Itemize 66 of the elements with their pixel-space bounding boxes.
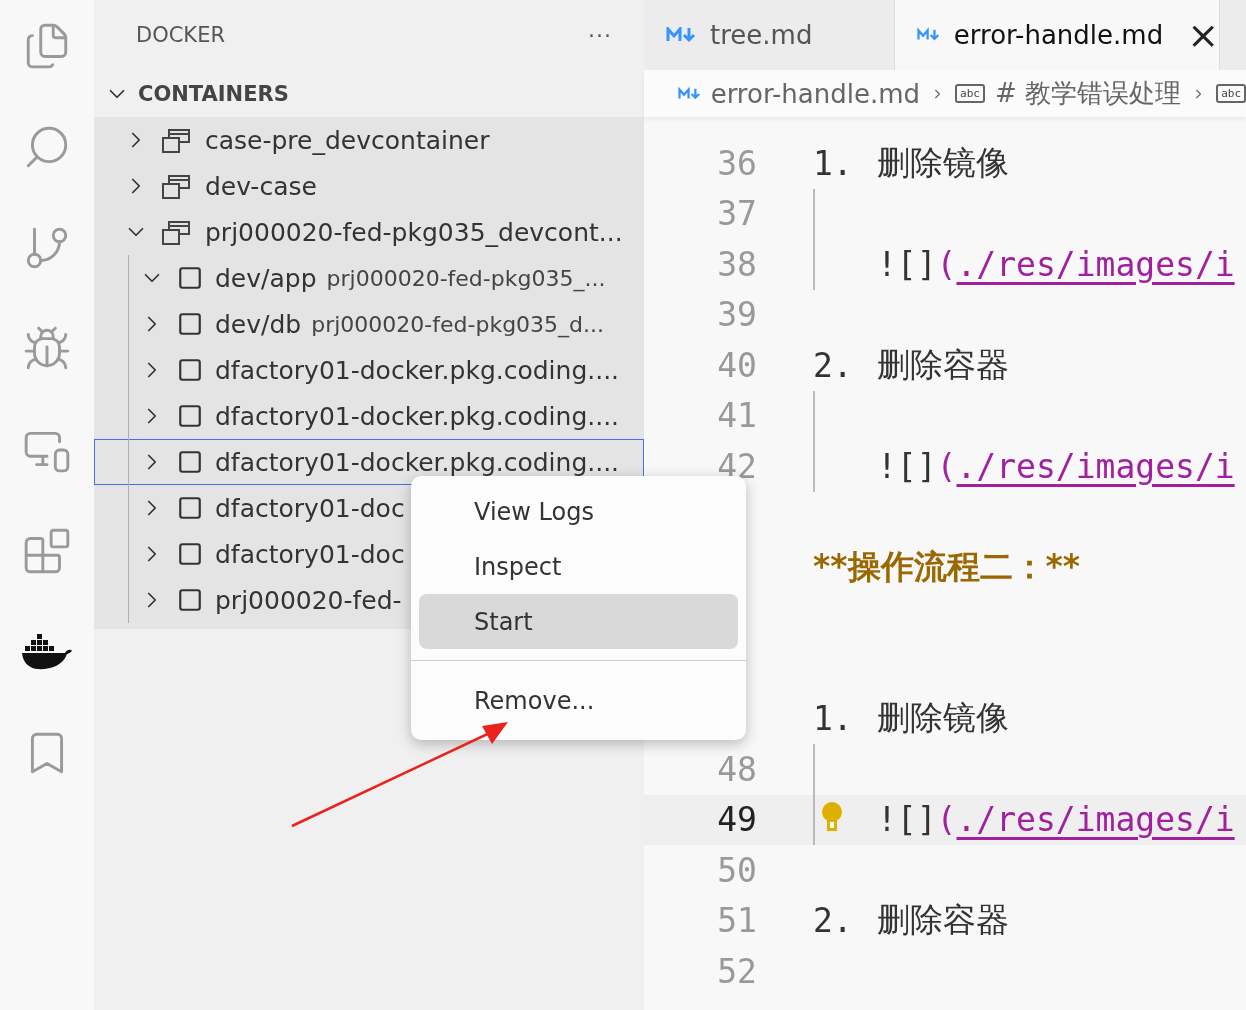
paren: ( <box>936 446 957 486</box>
tree-item[interactable]: dev/db prj000020-fed-pkg035_d... <box>94 301 644 347</box>
line-number: 52 <box>716 951 757 991</box>
container-icon <box>177 587 203 613</box>
menu-item[interactable]: Inspect <box>419 539 738 594</box>
container-icon <box>177 403 203 429</box>
tree-item[interactable]: dev-case <box>94 163 644 209</box>
section-title: CONTAINERS <box>138 81 289 106</box>
container-icon <box>177 495 203 521</box>
list-text: 删除容器 <box>876 899 1009 942</box>
container-icon <box>177 357 203 383</box>
line-number: 37 <box>716 194 757 234</box>
line-number: 51 <box>716 901 757 941</box>
close-button[interactable]: × <box>1187 16 1219 54</box>
paren: ( <box>936 800 957 840</box>
item-description: prj000020-fed-pkg035_d... <box>311 311 605 337</box>
tree-item[interactable]: dfactory01-docker.pkg.coding.... <box>94 347 644 393</box>
editor-tab[interactable]: error-handle.md × <box>895 0 1220 70</box>
line-number: 39 <box>716 295 757 335</box>
image-link[interactable]: ./res/images/i <box>956 244 1235 284</box>
line-number: 40 <box>716 345 757 385</box>
image-link[interactable]: ./res/images/i <box>956 800 1235 840</box>
image-link[interactable]: ./res/images/i <box>956 446 1235 486</box>
line-number: 41 <box>716 396 757 436</box>
container-icon <box>177 449 203 475</box>
bold-text: **操作流程二：** <box>813 545 1081 588</box>
list-marker: 2. <box>813 345 853 385</box>
symbol-icon: abc <box>955 84 985 103</box>
item-description: prj000020-fed-pkg035_... <box>326 265 606 291</box>
paren: ( <box>936 244 957 284</box>
list-text: 删除镜像 <box>876 697 1009 740</box>
markdown-icon <box>666 27 696 43</box>
line-number: 49 <box>716 800 757 840</box>
tree-item[interactable]: case-pre_devcontainer <box>94 117 644 163</box>
container-icon <box>177 541 203 567</box>
line-number: 38 <box>716 244 757 284</box>
markdown-icon <box>678 85 701 102</box>
image-syntax: ![] <box>877 244 937 284</box>
menu-item[interactable]: Start <box>419 594 738 649</box>
menu-item[interactable]: Remove... <box>419 673 738 728</box>
image-syntax: ![] <box>877 446 937 486</box>
blocks-icon <box>22 526 72 576</box>
breadcrumb-item[interactable]: # 教学错误处理 <box>995 76 1182 111</box>
more-actions-button[interactable]: ··· <box>588 22 612 48</box>
list-marker: 2. <box>813 901 853 941</box>
container-icon <box>177 265 203 291</box>
lightbulb-icon <box>821 800 843 833</box>
list-marker: 1. <box>813 699 853 739</box>
line-number: 48 <box>716 749 757 789</box>
tree-item[interactable]: dfactory01-docker.pkg.coding.... <box>94 393 644 439</box>
image-syntax: ![] <box>877 800 937 840</box>
breadcrumb-item[interactable]: error-handle.md <box>710 78 920 109</box>
line-number: 42 <box>716 446 757 486</box>
whale-icon <box>21 632 73 672</box>
tree-item[interactable]: dev/app prj000020-fed-pkg035_... <box>94 255 644 301</box>
line-number: 36 <box>716 143 757 183</box>
symbol-icon: abc <box>1216 84 1246 103</box>
markdown-icon <box>917 27 940 43</box>
list-text: 删除容器 <box>876 343 1009 386</box>
list-text: 删除镜像 <box>876 141 1009 184</box>
menu-item[interactable]: View Logs <box>419 484 738 539</box>
sidebar-title: DOCKER <box>136 23 225 47</box>
line-number: 50 <box>716 850 757 890</box>
container-icon <box>177 311 203 337</box>
tree-item[interactable]: prj000020-fed-pkg035_devcont... <box>94 209 644 255</box>
list-marker: 1. <box>813 143 853 183</box>
